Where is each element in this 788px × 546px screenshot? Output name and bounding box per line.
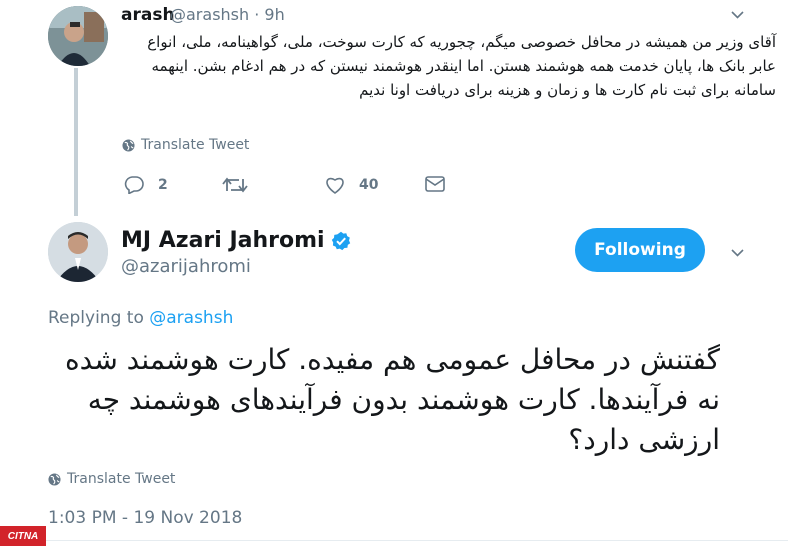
translate-tweet-link[interactable]: Translate Tweet (122, 137, 249, 153)
main-author-name-row[interactable]: MJ Azari Jahromi (121, 228, 351, 253)
tweet-timestamp[interactable]: 1:03 PM - 19 Nov 2018 (48, 508, 242, 528)
globe-icon (122, 138, 135, 152)
chevron-down-icon[interactable] (731, 246, 744, 261)
avatar[interactable] (48, 222, 108, 282)
following-button[interactable]: Following (575, 228, 705, 272)
direct-message-action[interactable] (425, 176, 445, 192)
retweet-icon (222, 177, 248, 193)
verified-badge-icon (331, 231, 350, 250)
reply-author-meta[interactable]: @arashsh · 9h (170, 5, 285, 24)
translate-label: Translate Tweet (141, 137, 250, 153)
chevron-down-icon[interactable] (731, 8, 744, 23)
envelope-icon (425, 176, 445, 192)
avatar-photo (48, 6, 108, 66)
main-author-handle[interactable]: @azarijahromi (121, 256, 251, 277)
globe-icon (48, 472, 61, 486)
replying-prefix: Replying to (48, 308, 144, 328)
translate-tweet-link[interactable]: Translate Tweet (48, 471, 175, 487)
reply-author-name[interactable]: arash (121, 5, 175, 25)
reply-action[interactable]: 2 (124, 176, 168, 194)
main-author-name: MJ Azari Jahromi (121, 228, 325, 253)
retweet-action[interactable] (222, 176, 262, 194)
like-count: 40 (359, 177, 379, 193)
reply-tweet-text: آقای وزیر من همیشه در محافل خصوصی میگم، … (147, 33, 776, 99)
separator-dot: · (254, 5, 260, 24)
reply-count: 2 (158, 177, 168, 193)
reply-icon (124, 176, 144, 194)
watermark-logo: CITNA (0, 526, 46, 546)
reply-time-ago: 9h (264, 5, 285, 24)
translate-label: Translate Tweet (67, 471, 176, 487)
heart-icon (326, 177, 344, 194)
avatar[interactable] (48, 6, 108, 66)
watermark-text: CITNA (7, 530, 39, 542)
main-tweet-text: گفتنش در محافل عمومی هم مفیده. کارت هوشم… (64, 343, 720, 456)
reply-author-handle: @arashsh (170, 5, 250, 24)
replying-handle-link[interactable]: @arashsh (149, 308, 233, 328)
divider (0, 540, 788, 541)
replying-to: Replying to @arashsh (48, 308, 233, 328)
like-action[interactable]: 40 (325, 176, 378, 194)
thread-line (74, 68, 78, 216)
avatar-photo (48, 222, 108, 282)
